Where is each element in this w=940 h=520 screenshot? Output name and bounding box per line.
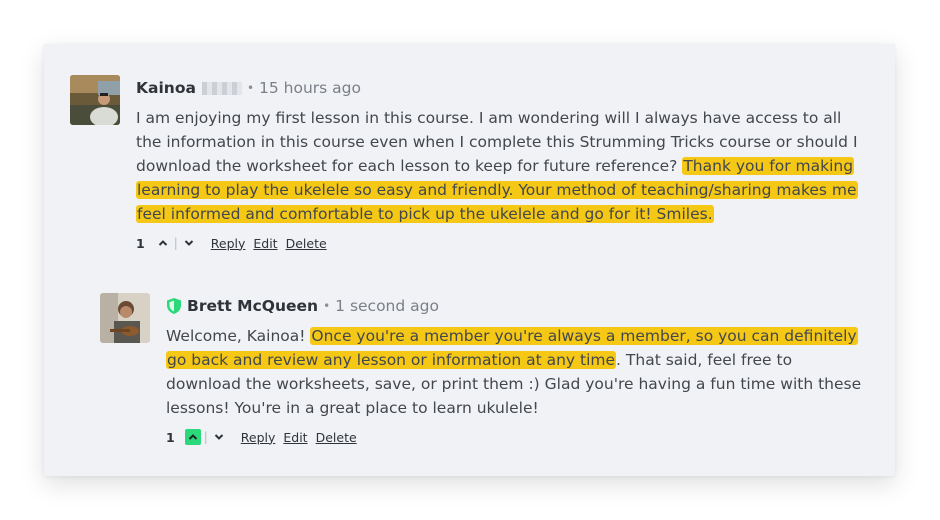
edit-link[interactable]: Edit	[283, 430, 307, 445]
author-name[interactable]: Kainoa	[136, 79, 196, 97]
redacted-name	[201, 81, 242, 95]
reply-link[interactable]: Reply	[241, 430, 276, 445]
separator-dot: •	[246, 81, 255, 95]
vote-separator: |	[173, 236, 178, 250]
upvote-button[interactable]	[155, 235, 171, 251]
chevron-up-icon	[188, 434, 197, 440]
comment-text: I am enjoying my first lesson in this co…	[136, 106, 870, 226]
timestamp[interactable]: 1 second ago	[335, 297, 439, 315]
chevron-up-icon	[158, 240, 167, 246]
chevron-down-icon	[184, 240, 193, 246]
comment-text: Welcome, Kainoa! Once you're a member yo…	[166, 324, 870, 420]
separator-dot: •	[323, 299, 331, 313]
comment-text-intro: Welcome, Kainoa!	[166, 327, 311, 345]
downvote-button[interactable]	[211, 429, 227, 445]
comment-actions: 1 | Reply Edit Delete	[136, 235, 870, 251]
comment-header: Brett McQueen • 1 second ago	[166, 293, 870, 319]
avatar-photo	[100, 293, 150, 343]
upvote-button[interactable]	[184, 429, 201, 445]
timestamp[interactable]: 15 hours ago	[259, 79, 361, 97]
comment-header: Kainoa • 15 hours ago	[136, 75, 870, 101]
avatar-photo	[70, 75, 120, 125]
reply-link[interactable]: Reply	[211, 236, 246, 251]
avatar[interactable]	[100, 293, 150, 343]
avatar[interactable]	[70, 75, 120, 125]
author-name[interactable]: Brett McQueen	[187, 297, 318, 315]
downvote-button[interactable]	[181, 235, 197, 251]
shield-icon	[167, 298, 181, 314]
comments-card: Kainoa • 15 hours ago I am enjoying my f…	[44, 44, 895, 476]
chevron-down-icon	[214, 434, 223, 440]
vote-score: 1	[166, 429, 175, 445]
vote-separator: |	[203, 430, 208, 444]
vote-score: 1	[136, 235, 145, 251]
edit-link[interactable]: Edit	[253, 236, 277, 251]
delete-link[interactable]: Delete	[286, 236, 327, 251]
comment-actions: 1 | Reply Edit Delete	[166, 429, 870, 445]
delete-link[interactable]: Delete	[316, 430, 357, 445]
